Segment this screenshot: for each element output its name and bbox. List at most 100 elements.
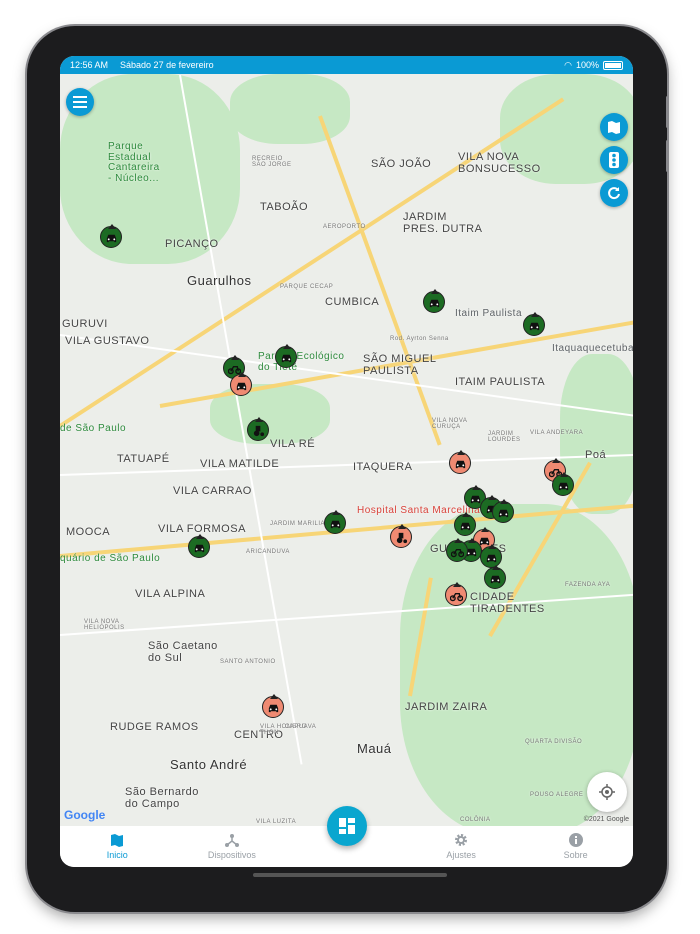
car-icon — [490, 575, 500, 583]
crosshair-icon — [599, 784, 615, 800]
network-icon — [224, 834, 239, 847]
map-label-picanco: PICANÇO — [165, 238, 219, 250]
device-marker-offline[interactable] — [390, 524, 412, 548]
device-marker-online[interactable] — [446, 538, 468, 562]
map-label-pouso-alegre: POUSO ALEGRE — [530, 792, 584, 798]
device-marker-online[interactable] — [454, 512, 476, 536]
refresh-button[interactable] — [600, 179, 628, 207]
map-label-colonia: COLÔNIA — [460, 817, 491, 823]
tab-sobre[interactable]: Sobre — [518, 826, 633, 867]
map-label-recreio: RECREIO SÃO JORGE — [252, 156, 292, 169]
car-icon — [529, 322, 539, 330]
bike-icon — [449, 592, 463, 601]
device-marker-online[interactable] — [492, 499, 514, 523]
map-label-guruvi: GURUVI — [62, 318, 108, 330]
tractor-icon — [396, 532, 407, 543]
map-copyright: ©2021 Google — [583, 816, 629, 823]
device-marker-offline[interactable] — [449, 450, 471, 474]
menu-button[interactable] — [66, 88, 94, 116]
traffic-light-icon — [609, 152, 619, 168]
car-icon — [470, 495, 480, 503]
bike-icon — [450, 548, 464, 557]
map-label-vila-nova-heliopolis: VILA NOVA HELIÓPOLIS — [84, 619, 125, 632]
car-icon — [281, 354, 291, 362]
tab-label: Ajustes — [446, 850, 476, 860]
device-marker-offline[interactable] — [230, 372, 252, 396]
map-label-vila-nova-bonsucesso: VILA NOVA BONSUCESSO — [458, 151, 541, 175]
map-label-capuava: CAPUAVA — [285, 724, 317, 730]
device-marker-offline[interactable] — [445, 582, 467, 606]
info-icon — [568, 833, 583, 847]
park-area — [230, 74, 350, 144]
home-indicator — [253, 873, 447, 877]
car-icon — [429, 299, 439, 307]
map-label-tatuape: TATUAPÉ — [117, 453, 170, 465]
map-label-cidade-tiradentes: CIDADE TIRADENTES — [470, 591, 545, 615]
car-icon — [330, 520, 340, 528]
wifi-icon: ◠ — [564, 59, 572, 70]
dashboard-button[interactable] — [327, 806, 367, 846]
tab-inicio[interactable]: Inicio — [60, 826, 175, 867]
map-icon — [608, 121, 620, 134]
map-label-vila-nova-curuca: VILA NOVA CURUÇA — [432, 418, 468, 431]
tab-ajustes[interactable]: Ajustes — [404, 826, 519, 867]
map-label-rod-ayrton: Rod. Ayrton Senna — [390, 336, 449, 342]
traffic-button[interactable] — [600, 146, 628, 174]
device-marker-online[interactable] — [523, 312, 545, 336]
map-type-button[interactable] — [600, 113, 628, 141]
map-label-guarulhos: Guarulhos — [187, 273, 252, 288]
device-marker-online[interactable] — [275, 344, 297, 368]
map-label-jardim-zaira: JARDIM ZAIRA — [405, 701, 488, 713]
device-marker-online[interactable] — [324, 510, 346, 534]
refresh-icon — [608, 187, 620, 200]
map-label-aricanduva: ARICANDUVA — [246, 549, 290, 555]
google-logo: Google — [64, 808, 106, 822]
map-label-maua: Mauá — [357, 741, 392, 756]
car-icon — [268, 704, 278, 712]
tab-dispositivos[interactable]: Dispositivos — [175, 826, 290, 867]
map-label-aeroporto: AEROPORTO — [323, 224, 366, 230]
map-label-quarta-divisao: QUARTA DIVISÃO — [525, 739, 583, 745]
device-marker-online[interactable] — [188, 534, 210, 558]
map-label-parque-ecologico: Parque Ecológico do Tietê — [258, 351, 345, 373]
tab-label: Dispositivos — [207, 850, 256, 860]
map-label-parque-cecap: PARQUE CECAP — [280, 284, 334, 290]
map-label-vila-re: VILA RÉ — [270, 438, 316, 450]
device-marker-online[interactable] — [423, 289, 445, 313]
my-location-button[interactable] — [587, 772, 627, 812]
car-icon — [558, 482, 568, 490]
gear-icon — [455, 834, 468, 846]
map-label-de-sao-paulo: de São Paulo — [60, 423, 127, 434]
battery-icon — [603, 60, 623, 70]
device-marker-offline[interactable] — [262, 694, 284, 718]
car-icon — [236, 382, 246, 390]
map-label-aquario: quário de São Paulo — [60, 553, 161, 564]
map-label-vila-andeyara: VILA ANDEYARA — [530, 430, 584, 436]
status-date: Sábado 27 de fevereiro — [120, 60, 214, 70]
status-bar: 12:56 AM Sábado 27 de fevereiro ◠ 100% — [60, 56, 633, 74]
map-label-itaquaquecetuba: Itaquaquecetuba — [552, 343, 633, 354]
status-time: 12:56 AM — [70, 60, 109, 70]
device-marker-online[interactable] — [484, 565, 506, 589]
map-label-taboao: TABOÃO — [260, 201, 309, 213]
device-marker-online[interactable] — [552, 472, 574, 496]
map-view[interactable]: Guarulhos CUMBICA TABOÃO PICANÇO SÃO JOÃO VIL… — [60, 74, 633, 826]
map-label-sao-bernardo: São Bernardo do Campo — [125, 786, 199, 810]
dashboard-icon — [339, 818, 355, 834]
tractor-icon — [253, 425, 264, 436]
map-label-cumbica: CUMBICA — [325, 296, 380, 308]
car-icon — [106, 234, 116, 242]
device-marker-online[interactable] — [247, 417, 269, 441]
tab-label: Sobre — [563, 850, 588, 860]
map-label-sao-miguel: SÃO MIGUEL PAULISTA — [363, 353, 437, 377]
car-icon — [194, 544, 204, 552]
map-label-jardim-lourdes: JARDIM LOURDES — [488, 431, 521, 444]
device-marker-online[interactable] — [100, 224, 122, 248]
map-label-poa: Poá — [585, 449, 607, 461]
map-label-vila-alpina: VILA ALPINA — [135, 588, 206, 600]
map-label-vila-matilde: VILA MATILDE — [200, 458, 280, 470]
map-label-santo-antonio: SANTO ANTONIO — [220, 659, 276, 665]
map-label-mooca: MOOCA — [66, 526, 111, 538]
battery-percent: 100% — [575, 60, 599, 70]
car-icon — [460, 522, 470, 530]
